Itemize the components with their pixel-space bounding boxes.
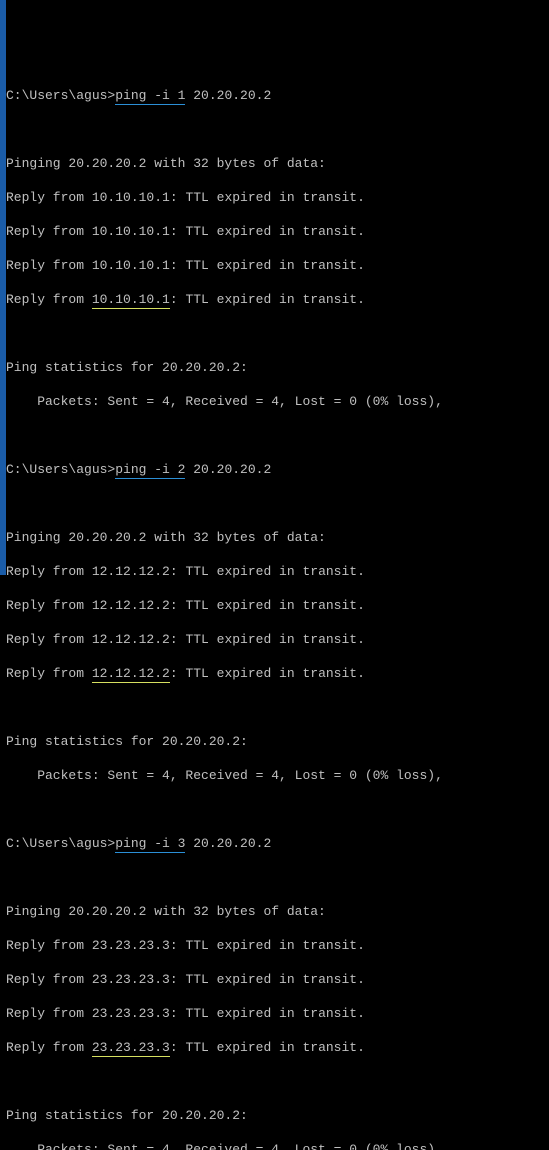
terminal-output: C:\Users\agus>ping -i 1 20.20.20.2 Pingi…: [6, 70, 545, 1150]
reply-line: Reply from 23.23.23.3: TTL expired in tr…: [6, 1039, 545, 1056]
command-line-2: C:\Users\agus>ping -i 2 20.20.20.2: [6, 461, 545, 478]
ping-target-3: 20.20.20.2: [193, 836, 271, 851]
reply-line: Reply from 10.10.10.1: TTL expired in tr…: [6, 291, 545, 308]
reply-line: Reply from 12.12.12.2: TTL expired in tr…: [6, 631, 545, 648]
ping-target-1: 20.20.20.2: [193, 88, 271, 103]
reply-line: Reply from 10.10.10.1: TTL expired in tr…: [6, 189, 545, 206]
command-line-3: C:\Users\agus>ping -i 3 20.20.20.2: [6, 835, 545, 852]
prompt: C:\Users\agus>: [6, 462, 115, 477]
prompt: C:\Users\agus>: [6, 88, 115, 103]
reply-line: Reply from 12.12.12.2: TTL expired in tr…: [6, 563, 545, 580]
ping-header: Pinging 20.20.20.2 with 32 bytes of data…: [6, 529, 545, 546]
hop-ip: 12.12.12.2: [92, 632, 170, 647]
hop-ip: 12.12.12.2: [92, 564, 170, 579]
hop-ip: 23.23.23.3: [92, 938, 170, 953]
command-line-1: C:\Users\agus>ping -i 1 20.20.20.2: [6, 87, 545, 104]
stats-packets: Packets: Sent = 4, Received = 4, Lost = …: [6, 393, 545, 410]
stats-packets: Packets: Sent = 4, Received = 4, Lost = …: [6, 1141, 545, 1150]
hop-ip: 12.12.12.2: [92, 666, 170, 683]
reply-line: Reply from 23.23.23.3: TTL expired in tr…: [6, 971, 545, 988]
hop-ip: 10.10.10.1: [92, 190, 170, 205]
hop-ip: 23.23.23.3: [92, 1006, 170, 1021]
ping-cmd-3: ping -i 3: [115, 836, 185, 853]
reply-line: Reply from 23.23.23.3: TTL expired in tr…: [6, 1005, 545, 1022]
ping-header: Pinging 20.20.20.2 with 32 bytes of data…: [6, 903, 545, 920]
stats-packets: Packets: Sent = 4, Received = 4, Lost = …: [6, 767, 545, 784]
stats-header: Ping statistics for 20.20.20.2:: [6, 1107, 545, 1124]
reply-line: Reply from 23.23.23.3: TTL expired in tr…: [6, 937, 545, 954]
ping-cmd-2: ping -i 2: [115, 462, 185, 479]
reply-line: Reply from 10.10.10.1: TTL expired in tr…: [6, 257, 545, 274]
hop-ip: 10.10.10.1: [92, 258, 170, 273]
stats-header: Ping statistics for 20.20.20.2:: [6, 733, 545, 750]
hop-ip: 23.23.23.3: [92, 1040, 170, 1057]
reply-line: Reply from 12.12.12.2: TTL expired in tr…: [6, 597, 545, 614]
ping-header: Pinging 20.20.20.2 with 32 bytes of data…: [6, 155, 545, 172]
hop-ip: 12.12.12.2: [92, 598, 170, 613]
reply-line: Reply from 12.12.12.2: TTL expired in tr…: [6, 665, 545, 682]
ping-target-2: 20.20.20.2: [193, 462, 271, 477]
hop-ip: 10.10.10.1: [92, 224, 170, 239]
hop-ip: 23.23.23.3: [92, 972, 170, 987]
ping-cmd-1: ping -i 1: [115, 88, 185, 105]
prompt: C:\Users\agus>: [6, 836, 115, 851]
reply-line: Reply from 10.10.10.1: TTL expired in tr…: [6, 223, 545, 240]
hop-ip: 10.10.10.1: [92, 292, 170, 309]
stats-header: Ping statistics for 20.20.20.2:: [6, 359, 545, 376]
